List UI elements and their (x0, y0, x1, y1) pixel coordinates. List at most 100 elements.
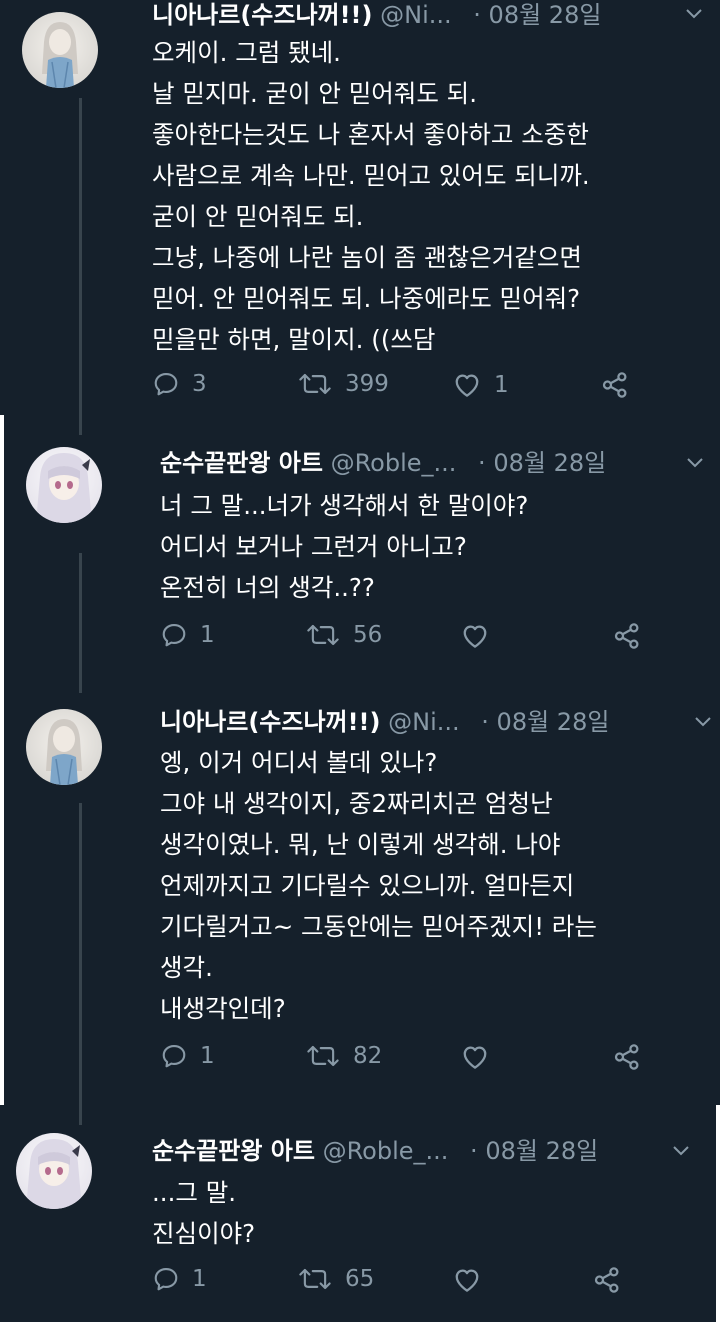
tweet-header: 순수끝판왕 아트 @Roble_... · 08월 28일 (160, 448, 606, 478)
share-button[interactable] (592, 1265, 622, 1295)
retweet-count: 65 (345, 1266, 375, 1292)
tweet-date[interactable]: 08월 28일 (489, 1, 602, 29)
tweet-actions: 1 65 (152, 1265, 652, 1305)
tweet-text-line: 어디서 보거나 그런거 아니고? (160, 532, 467, 561)
separator-dot: · (478, 449, 486, 477)
reply-icon (152, 1265, 180, 1293)
display-name[interactable]: 니아나르(수즈나꺼!!) (160, 708, 380, 736)
retweet-icon (297, 370, 333, 398)
retweet-count: 56 (353, 622, 383, 648)
display-name[interactable]: 순수끝판왕 아트 (152, 1137, 315, 1165)
retweet-button[interactable]: 65 (297, 1265, 374, 1293)
share-button[interactable] (612, 621, 642, 651)
tweet[interactable]: 순수끝판왕 아트 @Roble_... · 08월 28일 너 그 말...너가… (4, 415, 720, 691)
tweet-text-line: 내생각인데? (160, 994, 286, 1023)
tweet-text: 오케이. 그럼 됐네. 날 믿지마. 굳이 안 믿어줘도 되. 좋아한다는것도 … (152, 32, 590, 360)
retweet-count: 399 (345, 371, 389, 397)
user-handle[interactable]: @Roble_... (323, 1137, 449, 1165)
tweet-panel-3: 순수끝판왕 아트 @Roble_... · 08월 28일 ...그 말. 진심… (0, 1105, 716, 1322)
separator-dot: · (470, 1137, 478, 1165)
share-button[interactable] (600, 370, 630, 400)
tweet-text-line: 믿어. 안 믿어줘도 되. 나중에라도 믿어줘? (152, 284, 581, 313)
reply-button[interactable]: 3 (152, 370, 207, 398)
reply-count: 1 (192, 1266, 207, 1292)
like-count: 1 (494, 372, 509, 398)
tweet-text-line: 굳이 안 믿어줘도 되. (152, 202, 364, 231)
reply-icon (152, 370, 180, 398)
tweet-header: 순수끝판왕 아트 @Roble_... · 08월 28일 (152, 1136, 598, 1166)
reply-icon (160, 1042, 188, 1070)
retweet-icon (297, 1265, 333, 1293)
tweet-text: 엥, 이거 어디서 볼데 있나? 그야 내 생각이지, 중2짜리치곤 엄청난 생… (160, 742, 597, 1029)
tweet-text: 너 그 말...너가 생각해서 한 말이야? 어디서 보거나 그런거 아니고? … (160, 485, 528, 608)
tweet-text-line: 언제까지고 기다릴수 있으니까. 얼마든지 (160, 871, 575, 900)
tweet-text-line: 온전히 너의 생각..?? (160, 573, 375, 602)
tweet-date[interactable]: 08월 28일 (493, 449, 606, 477)
tweet[interactable]: 순수끝판왕 아트 @Roble_... · 08월 28일 ...그 말. 진심… (0, 1105, 716, 1322)
tweet-text-line: 너 그 말...너가 생각해서 한 말이야? (160, 491, 529, 520)
heart-icon (452, 370, 482, 400)
retweet-button[interactable]: 56 (305, 621, 382, 649)
tweet-text-line: 그야 내 생각이지, 중2짜리치곤 엄청난 (160, 789, 553, 818)
tweet-header: 니아나르(수즈나꺼!!) @Ni... · 08월 28일 (152, 0, 601, 30)
tweet-text-line: 사람으로 계속 나만. 믿어고 있어도 되니까. (152, 161, 590, 190)
chevron-down-icon[interactable] (683, 2, 705, 30)
retweet-button[interactable]: 399 (297, 370, 389, 398)
chevron-down-icon[interactable] (692, 710, 714, 738)
retweet-button[interactable]: 82 (305, 1042, 382, 1070)
user-handle[interactable]: @Roble_... (331, 449, 457, 477)
tweet-text: ...그 말. 진심이야? (152, 1172, 255, 1254)
reply-count: 1 (200, 1043, 215, 1069)
reply-count: 1 (200, 622, 215, 648)
user-handle[interactable]: @Ni... (380, 1, 452, 29)
tweet-actions: 1 56 (160, 621, 660, 661)
share-icon (612, 1042, 642, 1072)
retweet-icon (305, 621, 341, 649)
tweet-actions: 1 82 (160, 1042, 660, 1082)
tweet-header: 니아나르(수즈나꺼!!) @Ni... · 08월 28일 (160, 707, 609, 737)
chevron-down-icon[interactable] (670, 1139, 692, 1167)
display-name[interactable]: 니아나르(수즈나꺼!!) (152, 1, 372, 29)
tweet[interactable]: 니아나르(수즈나꺼!!) @Ni... · 08월 28일 엥, 이거 어디서 … (4, 691, 720, 1105)
tweet-text-line: ...그 말. (152, 1178, 237, 1207)
tweet-text-line: 생각. (160, 953, 213, 982)
tweet-actions: 3 399 1 (152, 370, 652, 410)
share-button[interactable] (612, 1042, 642, 1072)
share-icon (600, 370, 630, 400)
heart-icon (460, 1042, 490, 1072)
retweet-count: 82 (353, 1043, 383, 1069)
heart-icon (452, 1265, 482, 1295)
reply-button[interactable]: 1 (160, 1042, 215, 1070)
tweet-text-line: 엥, 이거 어디서 볼데 있나? (160, 748, 438, 777)
like-button[interactable] (460, 621, 502, 651)
heart-icon (460, 621, 490, 651)
reply-button[interactable]: 1 (152, 1265, 207, 1293)
separator-dot: · (473, 1, 481, 29)
tweet-text-line: 기다릴거고~ 그동안에는 믿어주겠지! 라는 (160, 912, 597, 941)
tweet-text-line: 날 믿지마. 굳이 안 믿어줘도 되. (152, 79, 477, 108)
tweet-panel-2: 순수끝판왕 아트 @Roble_... · 08월 28일 너 그 말...너가… (4, 415, 720, 1105)
tweet[interactable]: 니아나르(수즈나꺼!!) @Ni... · 08월 28일 오케이. 그럼 됐네… (0, 0, 720, 415)
display-name[interactable]: 순수끝판왕 아트 (160, 449, 323, 477)
reply-button[interactable]: 1 (160, 621, 215, 649)
tweet-text-line: 진심이야? (152, 1219, 256, 1248)
tweet-panel-1: 니아나르(수즈나꺼!!) @Ni... · 08월 28일 오케이. 그럼 됐네… (0, 0, 720, 415)
reply-icon (160, 621, 188, 649)
tweet-text-line: 생각이였나. 뭐, 난 이렇게 생각해. 나야 (160, 830, 561, 859)
like-button[interactable] (460, 1042, 502, 1072)
like-button[interactable] (452, 1265, 494, 1295)
tweet-text-line: 믿을만 하면, 말이지. ((쓰담 (152, 325, 436, 354)
tweet-text-line: 그냥, 나중에 나란 놈이 좀 괜찮은거같으면 (152, 243, 582, 272)
like-button[interactable]: 1 (452, 370, 509, 400)
share-icon (612, 621, 642, 651)
retweet-icon (305, 1042, 341, 1070)
user-handle[interactable]: @Ni... (388, 708, 460, 736)
tweet-date[interactable]: 08월 28일 (485, 1137, 598, 1165)
separator-dot: · (481, 708, 489, 736)
tweet-text-line: 좋아한다는것도 나 혼자서 좋아하고 소중한 (152, 120, 589, 149)
reply-count: 3 (192, 371, 207, 397)
tweet-date[interactable]: 08월 28일 (497, 708, 610, 736)
chevron-down-icon[interactable] (684, 451, 706, 479)
share-icon (592, 1265, 622, 1295)
tweet-text-line: 오케이. 그럼 됐네. (152, 38, 341, 67)
